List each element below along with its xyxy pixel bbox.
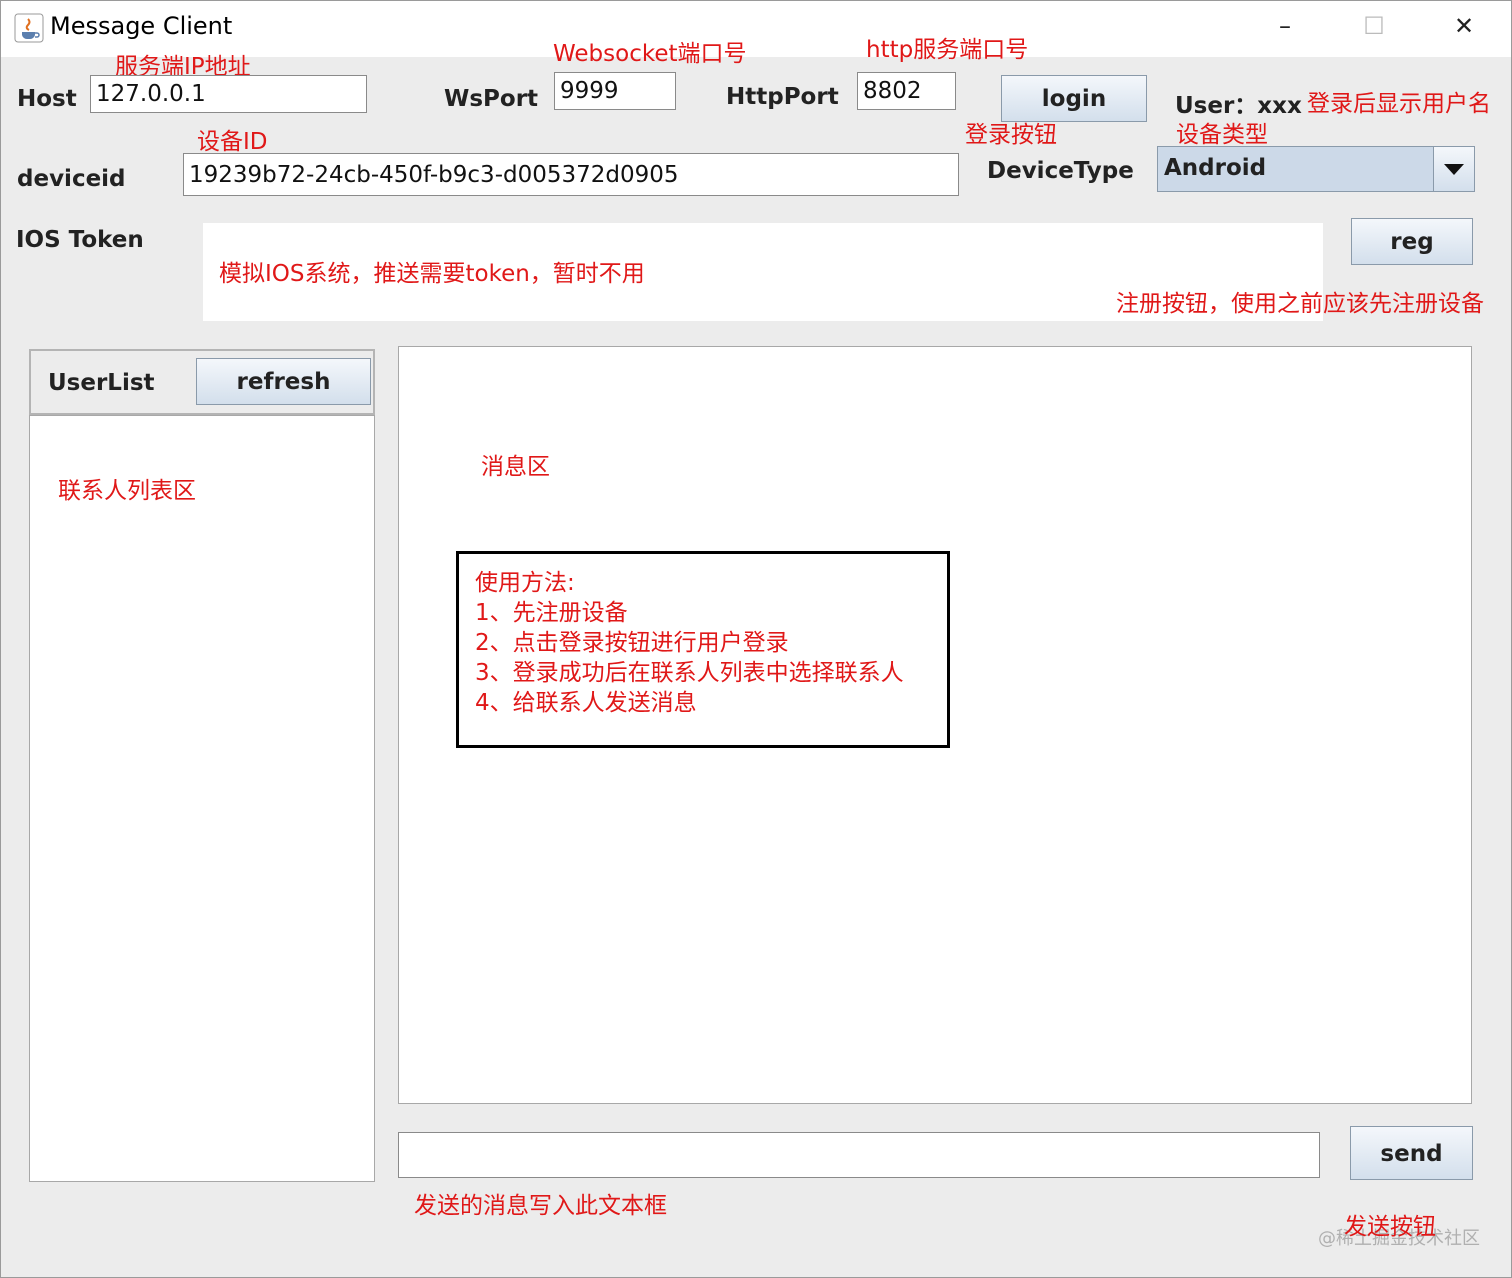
dropdown-arrow-button[interactable] [1433, 147, 1474, 191]
usage-step: 1、先注册设备 [475, 600, 628, 626]
input-annotation: 发送的消息写入此文本框 [414, 1193, 667, 1219]
message-input[interactable] [398, 1132, 1320, 1178]
wsport-label: WsPort [444, 86, 539, 112]
send-button[interactable]: send [1350, 1126, 1473, 1180]
reg-button[interactable]: reg [1351, 218, 1473, 265]
usage-box: 使用方法: 1、先注册设备 2、点击登录按钮进行用户登录 3、登录成功后在联系人… [456, 551, 950, 748]
deviceid-label: deviceid [17, 166, 126, 192]
host-label: Host [17, 86, 77, 112]
deviceid-input[interactable]: 19239b72-24cb-450f-b9c3-d005372d0905 [183, 153, 959, 196]
reg-annotation: 注册按钮，使用之前应该先注册设备 [1116, 291, 1484, 317]
refresh-button[interactable]: refresh [196, 358, 371, 405]
devicetype-value: Android [1164, 155, 1267, 181]
send-annotation: 发送按钮 [1344, 1214, 1436, 1240]
message-area-annotation: 消息区 [481, 454, 550, 480]
host-input[interactable]: 127.0.0.1 [90, 75, 367, 113]
devicetype-label: DeviceType [987, 158, 1134, 184]
close-button[interactable]: ✕ [1434, 12, 1494, 40]
maximize-button[interactable]: ☐ [1344, 12, 1404, 40]
login-annotation: 登录按钮 [965, 122, 1057, 148]
java-app-icon [14, 13, 44, 43]
user-annotation: 登录后显示用户名 [1307, 91, 1491, 117]
devicetype-annotation: 设备类型 [1176, 122, 1268, 148]
ios-token-label: IOS Token [16, 227, 144, 253]
window-title: Message Client [50, 12, 233, 40]
userlist-panel[interactable] [29, 415, 375, 1182]
userlist-annotation: 联系人列表区 [58, 478, 196, 504]
ios-token-annotation: 模拟IOS系统，推送需要token，暂时不用 [219, 261, 645, 287]
httpport-annotation: http服务端口号 [866, 37, 1029, 63]
usage-step: 2、点击登录按钮进行用户登录 [475, 630, 789, 656]
usage-title: 使用方法: [475, 570, 575, 596]
wsport-input[interactable]: 9999 [554, 72, 676, 110]
usage-step: 3、登录成功后在联系人列表中选择联系人 [475, 660, 904, 686]
devicetype-select[interactable]: Android [1157, 146, 1475, 192]
minimize-button[interactable]: – [1255, 12, 1315, 40]
userlist-label: UserList [48, 370, 155, 396]
httpport-label: HttpPort [726, 84, 839, 110]
usage-step: 4、给联系人发送消息 [475, 690, 697, 716]
deviceid-annotation: 设备ID [197, 129, 268, 155]
wsport-annotation: Websocket端口号 [553, 41, 747, 67]
chevron-down-icon [1444, 164, 1464, 175]
httpport-input[interactable]: 8802 [857, 72, 956, 110]
